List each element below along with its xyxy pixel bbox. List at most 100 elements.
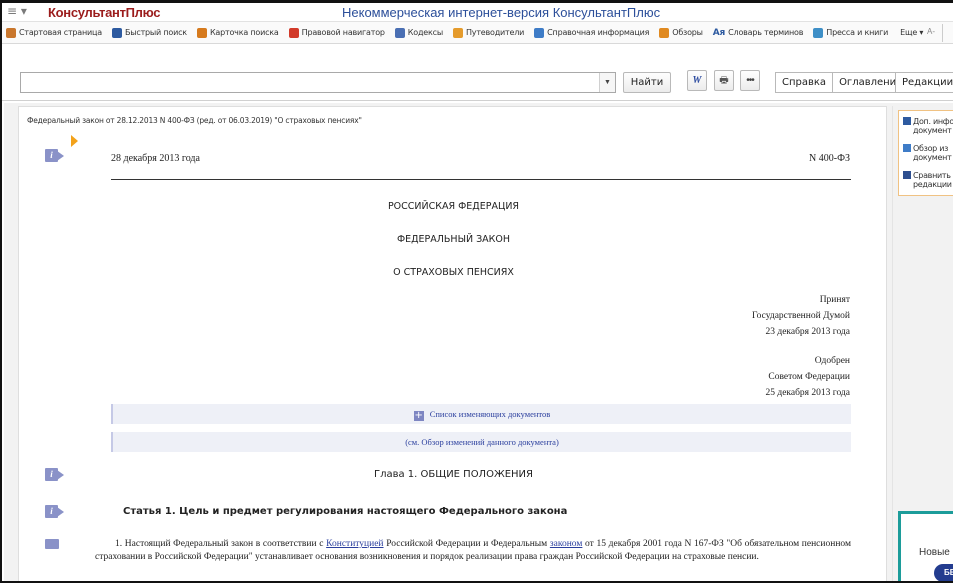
law-date: 28 декабря 2013 года: [111, 153, 200, 164]
side-panel: Доп. инфо документ Обзор из документ Сравнит…: [898, 110, 953, 196]
doc-tabs: Справка Оглавление: [775, 72, 910, 93]
law-link[interactable]: законом: [550, 539, 583, 549]
brand-logo[interactable]: КонсультантПлюс: [48, 5, 161, 20]
title-bar: ≡ ▾ КонсультантПлюс Некоммерческая интер…: [2, 3, 953, 22]
law-number: N 400-ФЗ: [809, 153, 850, 164]
expand-plus-icon: +: [413, 410, 424, 421]
menubar-separator: [942, 24, 943, 42]
ellipsis-icon: •••: [746, 75, 754, 86]
menu-item-guides[interactable]: Путеводители: [452, 27, 525, 38]
promo-button[interactable]: БЕС: [934, 564, 953, 581]
menu-item-label: Еще ▾: [900, 28, 924, 37]
side-panel-item[interactable]: Доп. инфо документ: [903, 117, 953, 135]
menu-item-press[interactable]: Пресса и книги: [813, 27, 889, 38]
adopted-line: 23 декабря 2013 года: [765, 327, 850, 337]
side-panel-sublabel: редакции: [913, 180, 952, 189]
menu-item-more[interactable]: Еще ▾: [900, 28, 923, 37]
search-box: ▼: [20, 72, 616, 93]
reference-icon: [534, 27, 545, 38]
amendments-review-label: (см. Обзор изменений данного документа): [405, 437, 559, 447]
menu-item-label: Словарь терминов: [728, 28, 804, 37]
menu-item-navigator[interactable]: Правовой навигатор: [288, 27, 385, 38]
menu-item-label: Карточка поиска: [209, 28, 279, 37]
codes-icon: [394, 27, 405, 38]
approved-line: Одобрен: [814, 356, 850, 366]
menu-item-dictionary[interactable]: Ая Словарь терминов: [712, 27, 804, 38]
promo-banner[interactable]: Новые БЕС: [898, 511, 953, 581]
menu-item-label: Стартовая страница: [19, 28, 102, 37]
navigator-icon: [288, 27, 299, 38]
tab-editions[interactable]: Редакции: [895, 72, 953, 93]
constitution-link[interactable]: Конституцией: [326, 539, 383, 549]
side-panel-label: Сравнить: [913, 171, 951, 180]
main-menu-button[interactable]: ≡ ▾: [7, 4, 31, 20]
approved-line: 25 декабря 2013 года: [765, 388, 850, 398]
more-actions-button[interactable]: •••: [740, 70, 760, 91]
search-icon: [111, 27, 122, 38]
print-button[interactable]: 🖶: [714, 70, 734, 91]
adopted-block: Принят Государственной Думой 23 декабря …: [752, 292, 850, 340]
article-heading: Статья 1. Цель и предмет регулирования н…: [123, 506, 568, 517]
chapter-heading: Глава 1. ОБЩИЕ ПОЛОЖЕНИЯ: [373, 469, 533, 480]
toolbar: ▼ Найти W 🖶 ••• Справка Оглавление Редак…: [2, 45, 953, 101]
menu-item-card-search[interactable]: Карточка поиска: [196, 27, 279, 38]
menu-item-home[interactable]: Стартовая страница: [6, 27, 102, 38]
law-type-heading: ФЕДЕРАЛЬНЫЙ ЗАКОН: [396, 234, 511, 245]
menu-item-label: Правовой навигатор: [301, 28, 385, 37]
review-icon: [903, 144, 911, 152]
menu-item-label: Обзоры: [672, 28, 703, 37]
side-panel-sublabel: документ: [913, 153, 952, 162]
info-note-icon[interactable]: i: [45, 505, 65, 518]
para-text: 1. Настоящий Федеральный закон в соответ…: [115, 539, 327, 549]
side-panel-item[interactable]: Сравнить редакции: [903, 171, 952, 189]
menu-item-reviews[interactable]: Обзоры: [659, 27, 703, 38]
menu-item-label: Справочная информация: [547, 28, 650, 37]
info-note-icon[interactable]: i: [45, 149, 65, 162]
side-panel-sublabel: документ: [913, 126, 952, 135]
promo-text: Новые: [919, 547, 950, 558]
menu-item-label: Путеводители: [465, 28, 525, 37]
document-page: Федеральный закон от 28.12.2013 N 400-ФЗ…: [18, 106, 887, 581]
panel-divider: [892, 106, 893, 581]
paragraph-1: 1. Настоящий Федеральный закон в соответ…: [95, 538, 851, 564]
export-word-button[interactable]: W: [687, 70, 707, 91]
paragraph-note-icon[interactable]: [45, 539, 59, 549]
menu-item-label: Быстрый поиск: [124, 28, 187, 37]
compare-icon: [903, 171, 911, 179]
approved-line: Советом Федерации: [768, 372, 850, 382]
menu-item-reference[interactable]: Справочная информация: [534, 27, 650, 38]
search-input[interactable]: [21, 73, 596, 92]
document-viewport: Федеральный закон от 28.12.2013 N 400-ФЗ…: [4, 103, 953, 581]
bookmark-flag-icon[interactable]: [71, 135, 78, 147]
app-window: ≡ ▾ КонсультантПлюс Некоммерческая интер…: [0, 0, 953, 583]
para-text: Российской Федерации и Федеральным: [383, 539, 550, 549]
tab-help[interactable]: Справка: [775, 72, 834, 93]
adopted-line: Принят: [819, 295, 850, 305]
reviews-icon: [659, 27, 670, 38]
info-icon: [903, 117, 911, 125]
side-panel-label: Обзор из: [913, 144, 949, 153]
amendments-list-link[interactable]: + Список изменяющих документов: [111, 404, 851, 424]
menu-bar: Стартовая страница Быстрый поиск Карточка …: [2, 22, 953, 44]
side-panel-label: Доп. инфо: [913, 117, 953, 126]
adopted-line: Государственной Думой: [751, 311, 850, 321]
approved-block: Одобрен Советом Федерации 25 декабря 201…: [765, 353, 850, 401]
menu-item-codes[interactable]: Кодексы: [394, 27, 443, 38]
divider: [111, 179, 851, 180]
menu-item-label: Пресса и книги: [826, 28, 889, 37]
side-panel-item[interactable]: Обзор из документ: [903, 144, 952, 162]
print-icon: 🖶: [719, 75, 729, 86]
menu-item-search[interactable]: Быстрый поиск: [111, 27, 187, 38]
amendments-list-label: Список изменяющих документов: [429, 409, 551, 419]
dictionary-icon: Ая: [712, 27, 726, 38]
font-size-button[interactable]: A-: [927, 27, 935, 36]
amendments-review-link[interactable]: (см. Обзор изменений данного документа): [111, 432, 851, 452]
document-header: Федеральный закон от 28.12.2013 N 400-ФЗ…: [27, 116, 362, 125]
home-icon: [6, 27, 16, 38]
app-title: Некоммерческая интернет-версия Консульта…: [342, 5, 661, 20]
press-icon: [813, 27, 824, 38]
search-history-dropdown[interactable]: ▼: [599, 73, 615, 92]
menu-item-label: Кодексы: [407, 28, 443, 37]
country-heading: РОССИЙСКАЯ ФЕДЕРАЦИЯ: [387, 201, 520, 212]
find-button[interactable]: Найти: [623, 72, 671, 93]
